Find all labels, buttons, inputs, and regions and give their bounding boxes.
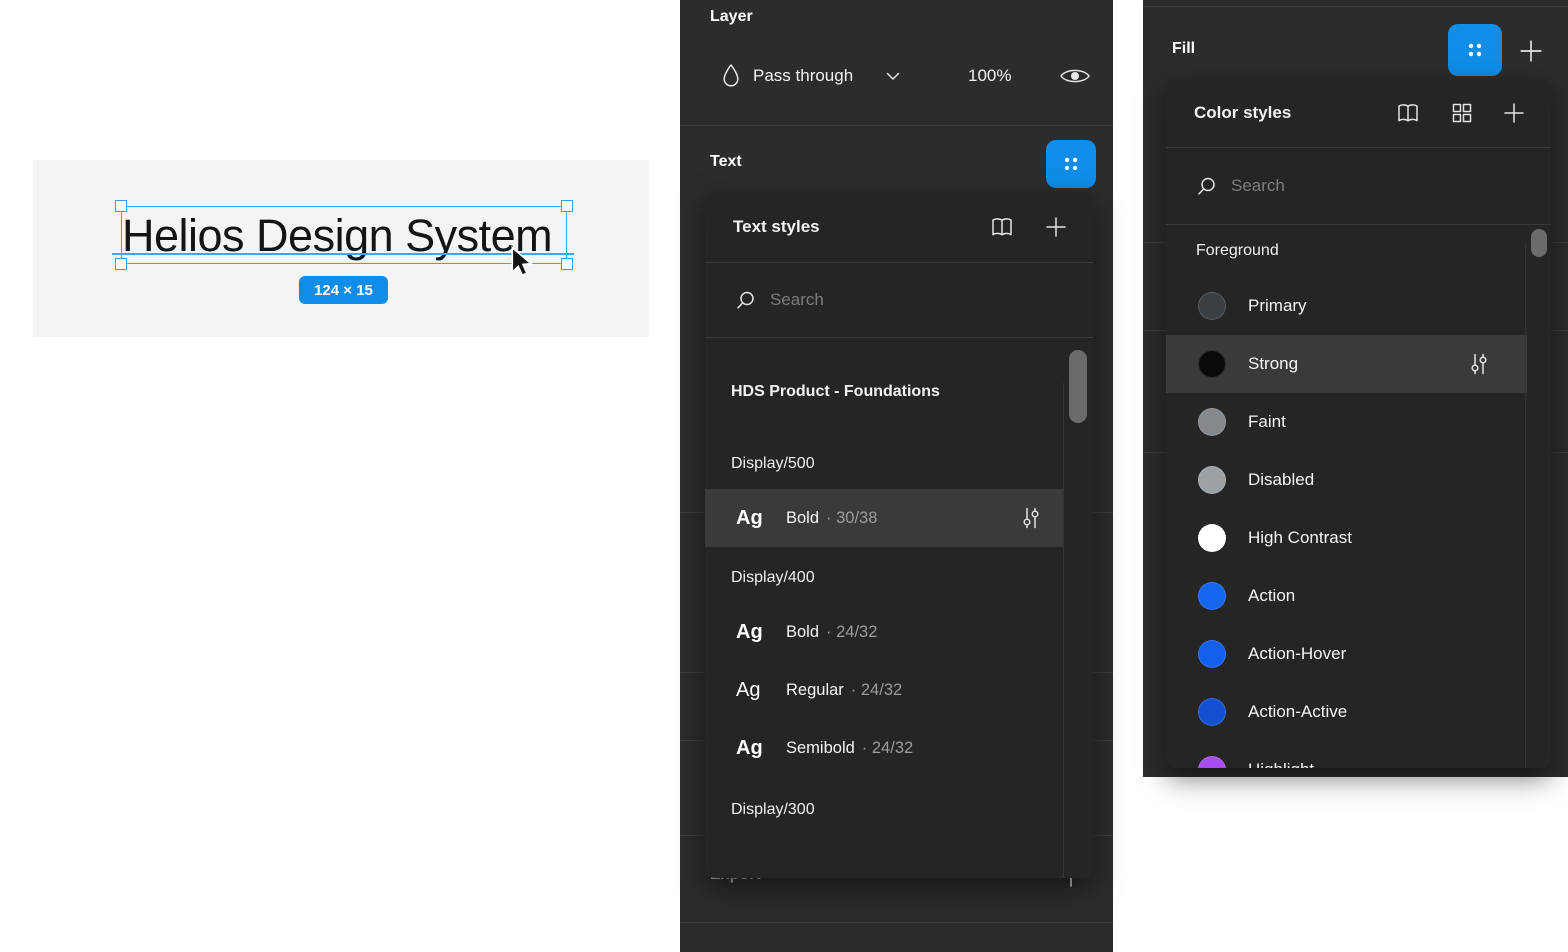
style-weight: Semibold xyxy=(786,739,855,758)
selection-baseline-line xyxy=(112,253,574,255)
color-swatch xyxy=(1198,640,1226,668)
grid-view-icon[interactable] xyxy=(1451,102,1473,124)
color-style-label: Faint xyxy=(1248,412,1286,432)
color-style-row-action-hover[interactable]: Action-Hover xyxy=(1166,625,1527,683)
text-style-row-display400-regular[interactable]: Ag Regular · 24/32 xyxy=(705,661,1063,719)
styles-grid-dots-icon xyxy=(1464,39,1486,61)
style-size: · 30/38 xyxy=(826,509,877,528)
mouse-cursor-icon xyxy=(510,246,534,278)
fill-panel: Fill Color styles xyxy=(1143,0,1568,777)
style-size: · 24/32 xyxy=(826,623,877,642)
search-input[interactable] xyxy=(770,290,1010,310)
popup-scrollbar-thumb[interactable] xyxy=(1069,350,1087,423)
color-style-row-high-contrast[interactable]: High Contrast xyxy=(1166,509,1527,567)
canvas-area[interactable]: Helios Design System 124 × 15 xyxy=(0,0,680,952)
adjust-sliders-icon[interactable] xyxy=(1021,506,1041,530)
style-preview: Ag xyxy=(736,737,786,760)
color-group-label: Foreground xyxy=(1196,242,1551,260)
style-weight: Bold xyxy=(786,509,819,528)
style-preview: Ag xyxy=(736,679,786,702)
color-swatch xyxy=(1198,524,1226,552)
color-style-label: Highlight xyxy=(1248,760,1314,768)
style-size: · 24/32 xyxy=(862,739,913,758)
text-styles-title: Text styles xyxy=(733,217,989,237)
color-style-label: High Contrast xyxy=(1248,528,1352,548)
text-style-row-display400-bold[interactable]: Ag Bold · 24/32 xyxy=(705,603,1063,661)
text-styles-toggle-button[interactable] xyxy=(1046,140,1096,188)
search-input[interactable] xyxy=(1231,176,1471,196)
color-styles-list: Foreground Primary Strong Faint xyxy=(1166,242,1551,768)
selection-handle-bottom-left[interactable] xyxy=(115,258,127,270)
plus-icon[interactable] xyxy=(1503,102,1525,124)
color-styles-search[interactable] xyxy=(1166,148,1551,224)
selection-handle-top-left[interactable] xyxy=(115,200,127,212)
text-section-title: Text xyxy=(710,153,742,171)
selection-bounding-box[interactable] xyxy=(121,206,567,264)
color-style-row-action-active[interactable]: Action-Active xyxy=(1166,683,1527,741)
color-style-label: Action-Hover xyxy=(1248,644,1346,664)
text-styles-list: HDS Product - Foundations Display/500 Ag… xyxy=(705,383,1093,878)
text-style-row-display400-semibold[interactable]: Ag Semibold · 24/32 xyxy=(705,719,1063,777)
style-group-label: Display/500 xyxy=(731,455,1093,473)
color-swatch xyxy=(1198,756,1226,768)
style-preview: Ag xyxy=(736,507,786,530)
library-name: HDS Product - Foundations xyxy=(731,383,1093,401)
color-style-label: Strong xyxy=(1248,354,1298,374)
color-styles-popup: Color styles xyxy=(1166,79,1551,768)
color-style-label: Action xyxy=(1248,586,1295,606)
color-swatch xyxy=(1198,408,1226,436)
chevron-down-icon[interactable] xyxy=(886,72,900,81)
opacity-input[interactable]: 100% xyxy=(968,66,1011,86)
layer-section-title: Layer xyxy=(710,8,753,26)
color-style-row-action[interactable]: Action xyxy=(1166,567,1527,625)
color-style-label: Disabled xyxy=(1248,470,1314,490)
library-book-icon[interactable] xyxy=(989,216,1015,238)
color-swatch xyxy=(1198,698,1226,726)
style-group-label: Display/400 xyxy=(731,569,1093,587)
color-style-row-faint[interactable]: Faint xyxy=(1166,393,1527,451)
properties-panel: Layer Pass through 100% Text Export Text… xyxy=(680,0,1113,952)
size-badge: 124 × 15 xyxy=(299,276,388,304)
color-styles-title: Color styles xyxy=(1194,103,1395,123)
fill-section-title: Fill xyxy=(1172,40,1195,58)
popup-scrollbar-thumb[interactable] xyxy=(1531,229,1547,257)
text-style-row-display500-bold[interactable]: Ag Bold · 30/38 xyxy=(705,489,1063,547)
styles-grid-dots-icon xyxy=(1060,153,1082,175)
adjust-sliders-icon[interactable] xyxy=(1469,352,1489,376)
color-style-row-disabled[interactable]: Disabled xyxy=(1166,451,1527,509)
color-swatch xyxy=(1198,582,1226,610)
color-styles-toggle-button[interactable] xyxy=(1448,24,1502,76)
plus-icon[interactable] xyxy=(1045,216,1067,238)
color-style-row-strong[interactable]: Strong xyxy=(1166,335,1527,393)
style-weight: Bold xyxy=(786,623,819,642)
color-swatch xyxy=(1198,350,1226,378)
text-styles-popup: Text styles HDS Product - Foundations D xyxy=(705,192,1093,878)
style-group-label: Display/300 xyxy=(731,801,1093,819)
text-styles-search[interactable] xyxy=(705,263,1093,337)
color-swatch xyxy=(1198,292,1226,320)
color-swatch xyxy=(1198,466,1226,494)
blend-mode-select[interactable]: Pass through xyxy=(753,66,853,86)
color-style-row-primary[interactable]: Primary xyxy=(1166,277,1527,335)
library-book-icon[interactable] xyxy=(1395,102,1421,124)
color-style-label: Action-Active xyxy=(1248,702,1347,722)
visibility-eye-icon[interactable] xyxy=(1058,64,1092,88)
color-style-label: Primary xyxy=(1248,296,1307,316)
style-size: · 24/32 xyxy=(851,681,902,700)
style-preview: Ag xyxy=(736,621,786,644)
search-icon xyxy=(1196,176,1217,197)
blend-droplet-icon[interactable] xyxy=(720,62,742,90)
search-icon xyxy=(735,290,756,311)
style-weight: Regular xyxy=(786,681,844,700)
selection-handle-bottom-right[interactable] xyxy=(561,258,573,270)
color-style-row-highlight[interactable]: Highlight xyxy=(1166,741,1527,768)
selection-handle-top-right[interactable] xyxy=(561,200,573,212)
plus-icon[interactable] xyxy=(1519,39,1543,63)
